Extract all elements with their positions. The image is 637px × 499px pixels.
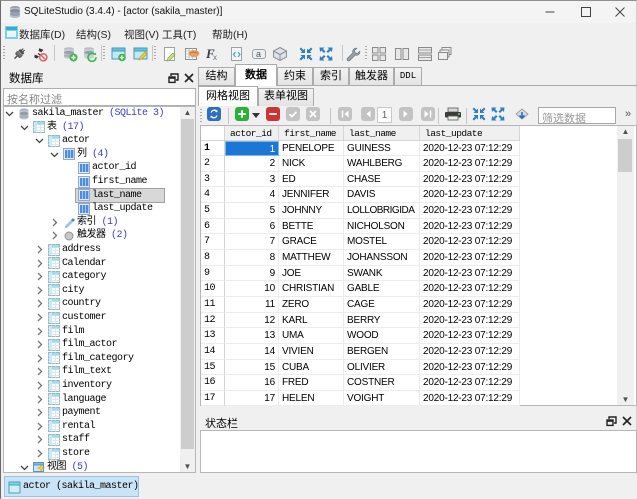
svg-text:x: x bbox=[213, 53, 217, 62]
svg-text:a: a bbox=[256, 49, 261, 59]
